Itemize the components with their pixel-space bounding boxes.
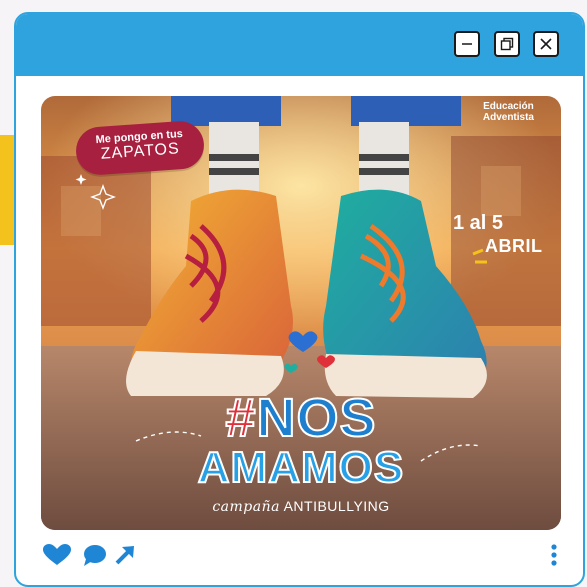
subtitle-caps: ANTIBULLYING bbox=[283, 498, 390, 514]
brand-line-1: Educación bbox=[483, 101, 534, 112]
headline-word-2: AMAMOS bbox=[197, 443, 405, 493]
campaign-subtitle: campaña ANTIBULLYING bbox=[41, 498, 561, 515]
heart-icon[interactable] bbox=[42, 543, 72, 572]
accent-strip bbox=[0, 135, 14, 245]
campaign-poster-image: Me pongo en tus ZAPATOS Educación Advent… bbox=[41, 96, 561, 530]
brand-logo-text: Educación Adventista bbox=[483, 101, 534, 123]
action-bar bbox=[41, 541, 571, 571]
restore-button[interactable] bbox=[494, 31, 520, 57]
more-vertical-icon[interactable] bbox=[549, 543, 559, 574]
close-icon bbox=[540, 38, 552, 50]
share-arrow-icon[interactable] bbox=[113, 543, 137, 572]
brand-line-2: Adventista bbox=[482, 112, 534, 123]
date-range: 1 al 5 bbox=[453, 212, 504, 234]
titlebar bbox=[16, 14, 583, 76]
minimize-icon bbox=[462, 43, 472, 45]
headline-word-1: NOS bbox=[255, 388, 377, 448]
comment-icon[interactable] bbox=[82, 543, 108, 572]
close-button[interactable] bbox=[533, 31, 559, 57]
subtitle-script: campaña bbox=[212, 499, 280, 515]
headline-line-1: #NOS bbox=[41, 388, 561, 448]
image-window: Me pongo en tus ZAPATOS Educación Advent… bbox=[14, 12, 585, 587]
date-month: ABRIL bbox=[485, 236, 543, 256]
restore-icon bbox=[500, 37, 514, 51]
tag-bubble: Me pongo en tus ZAPATOS bbox=[74, 119, 206, 177]
headline-hash: # bbox=[224, 388, 257, 448]
minimize-button[interactable] bbox=[454, 31, 480, 57]
